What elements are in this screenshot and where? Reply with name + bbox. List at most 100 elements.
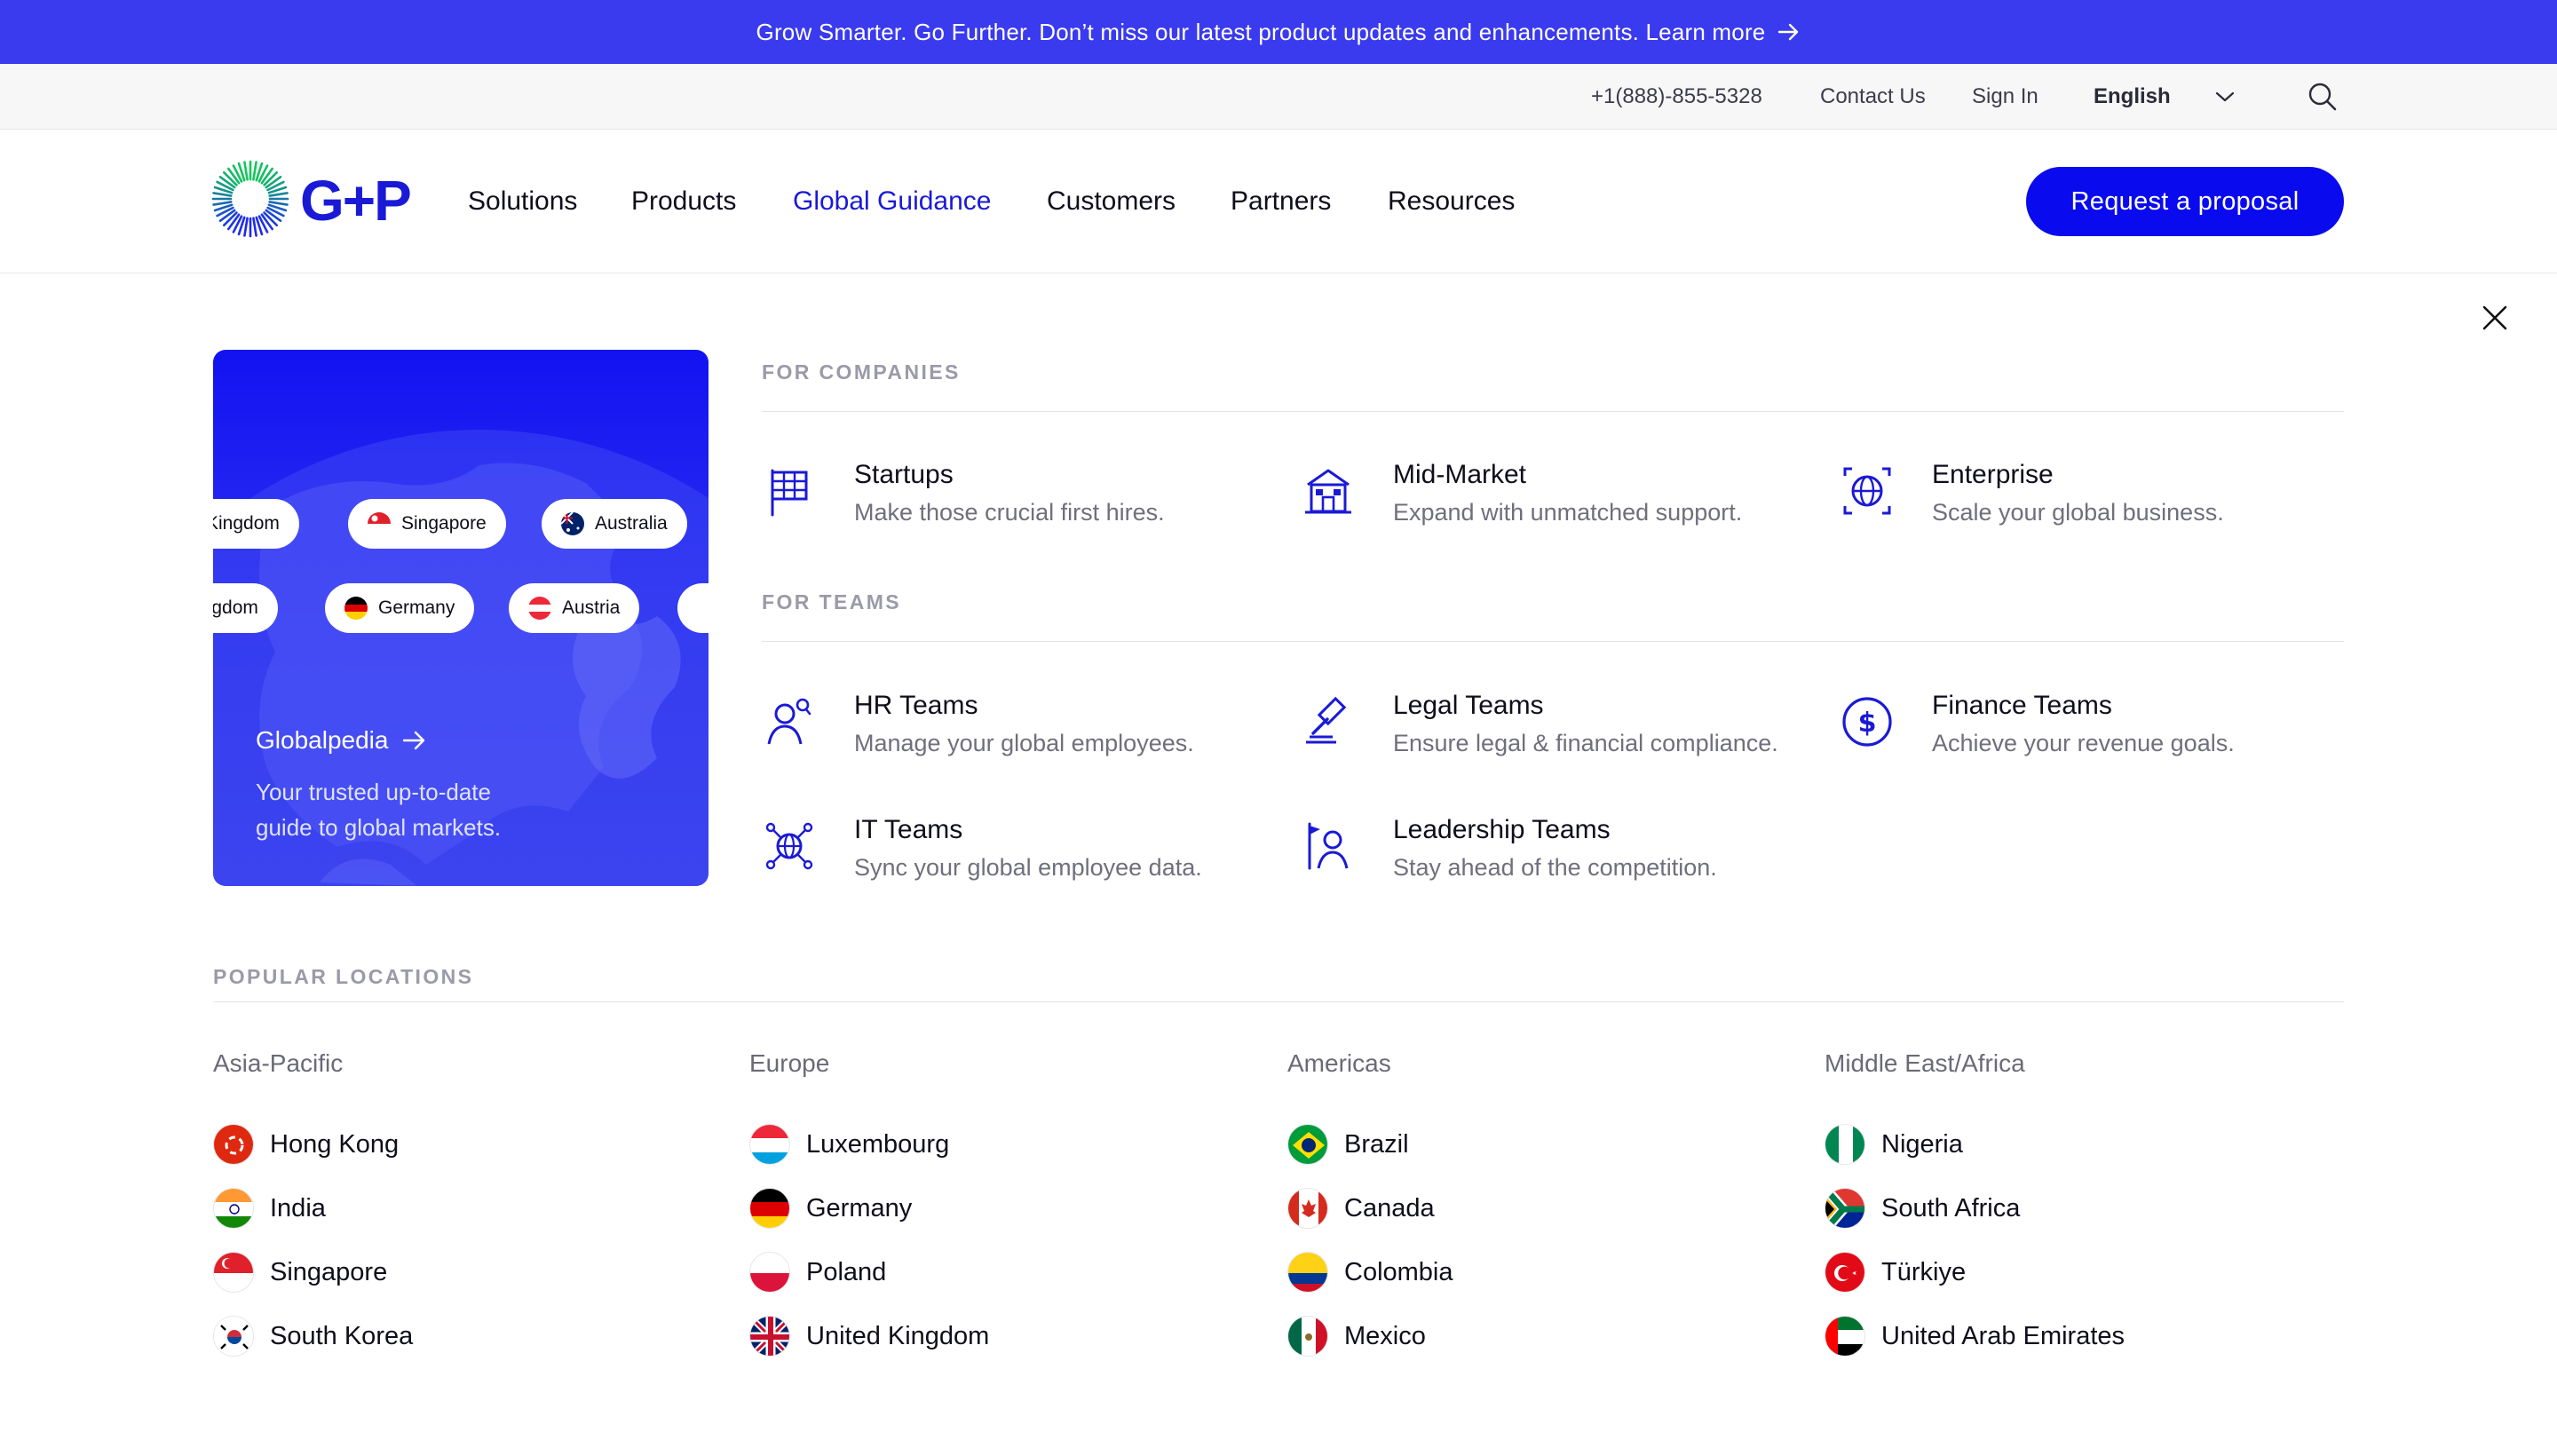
- chevron-down-icon[interactable]: [2214, 64, 2236, 130]
- germany-flag-icon: [344, 597, 368, 620]
- sign-in-link[interactable]: Sign In: [1972, 64, 2038, 130]
- location-hong-kong[interactable]: Hong Kong: [213, 1123, 399, 1166]
- location-united-arab-emirates[interactable]: United Arab Emirates: [1825, 1315, 2125, 1357]
- menu-legal-teams[interactable]: Legal Teams Ensure legal & financial com…: [1301, 691, 1798, 779]
- logo[interactable]: G+P: [211, 160, 412, 242]
- menu-mid-market[interactable]: Mid-Market Expand with unmatched support…: [1301, 460, 1798, 549]
- menu-desc: Scale your global business.: [1932, 499, 2224, 526]
- australia-flag-icon: [561, 512, 584, 535]
- location-south-korea[interactable]: South Korea: [213, 1315, 413, 1357]
- popular-locations-label: POPULAR LOCATIONS: [213, 965, 474, 988]
- region-middle-east-africa: Middle East/Africa: [1825, 1049, 2025, 1077]
- menu-leadership-teams[interactable]: Leadership Teams Stay ahead of the compe…: [1301, 815, 1798, 904]
- menu-desc: Make those crucial first hires.: [854, 499, 1165, 526]
- chip-austria: Austria: [509, 583, 640, 633]
- canada-flag-icon: [1287, 1188, 1328, 1229]
- united-kingdom-flag-icon: [749, 1316, 790, 1357]
- request-proposal-button[interactable]: Request a proposal: [2026, 167, 2344, 236]
- location-label: Poland: [806, 1257, 887, 1286]
- nav-products[interactable]: Products: [631, 130, 736, 273]
- phone-link[interactable]: +1(888)-855-5328: [1591, 64, 1762, 130]
- nigeria-flag-icon: [1825, 1124, 1865, 1165]
- globalpedia-title-text: Globalpedia: [256, 726, 389, 754]
- nav-customers[interactable]: Customers: [1047, 130, 1176, 273]
- location-brazil[interactable]: Brazil: [1287, 1123, 1409, 1166]
- menu-desc: Sync your global employee data.: [854, 854, 1202, 881]
- chip-label: ingdom: [213, 597, 258, 618]
- utility-bar: +1(888)-855-5328 Contact Us Sign In Engl…: [0, 64, 2557, 130]
- location-label: Canada: [1344, 1193, 1435, 1223]
- location-canada[interactable]: Canada: [1287, 1187, 1435, 1230]
- nav-resources[interactable]: Resources: [1388, 130, 1515, 273]
- location-label: South Korea: [270, 1321, 414, 1350]
- luxembourg-flag-icon: [749, 1124, 790, 1165]
- mexico-flag-icon: [1287, 1316, 1328, 1357]
- main-nav: G+P Solutions Products Global Guidance C…: [0, 130, 2557, 273]
- leader-flag-icon: [1301, 819, 1356, 874]
- location-nigeria[interactable]: Nigeria: [1825, 1123, 1963, 1166]
- menu-startups[interactable]: Startups Make those crucial first hires.: [762, 460, 1259, 549]
- building-icon: [1301, 463, 1356, 518]
- announcement-text[interactable]: Grow Smarter. Go Further. Don’t miss our…: [756, 19, 1766, 46]
- location-colombia[interactable]: Colombia: [1287, 1251, 1453, 1294]
- uae-flag-icon: [1825, 1316, 1865, 1357]
- location-poland[interactable]: Poland: [749, 1251, 886, 1294]
- location-luxembourg[interactable]: Luxembourg: [749, 1123, 949, 1166]
- contact-us-link[interactable]: Contact Us: [1820, 64, 1926, 130]
- gavel-icon: [1301, 694, 1356, 749]
- globalpedia-card[interactable]: Kingdom Singapore Australia ingdom Germa…: [213, 350, 709, 886]
- nav-partners[interactable]: Partners: [1231, 130, 1331, 273]
- chip-united-kingdom: Kingdom: [213, 499, 299, 549]
- brazil-flag-icon: [1287, 1124, 1328, 1165]
- menu-it-teams[interactable]: IT Teams Sync your global employee data.: [762, 815, 1259, 904]
- chip-label: Singapore: [401, 513, 487, 534]
- south-korea-flag-icon: [213, 1316, 254, 1357]
- location-turkiye[interactable]: Türkiye: [1825, 1251, 1966, 1294]
- menu-desc: Manage your global employees.: [854, 730, 1194, 756]
- menu-title: Mid-Market: [1393, 460, 1527, 489]
- location-mexico[interactable]: Mexico: [1287, 1315, 1426, 1357]
- menu-title: Finance Teams: [1932, 691, 2112, 720]
- logo-burst-icon: [211, 160, 289, 242]
- menu-finance-teams[interactable]: $ Finance Teams Achieve your revenue goa…: [1840, 691, 2337, 779]
- menu-desc: Expand with unmatched support.: [1393, 499, 1743, 526]
- menu-title: Startups: [854, 460, 954, 489]
- search-icon[interactable]: [2307, 64, 2339, 130]
- globalpedia-description: Your trusted up-to-date guide to global …: [256, 779, 502, 841]
- location-germany[interactable]: Germany: [749, 1187, 912, 1230]
- colombia-flag-icon: [1287, 1252, 1328, 1293]
- menu-hr-teams[interactable]: HR Teams Manage your global employees.: [762, 691, 1259, 779]
- chip-label: Australia: [595, 513, 668, 534]
- location-label: Hong Kong: [270, 1129, 400, 1159]
- globalpedia-title[interactable]: Globalpedia: [256, 726, 427, 755]
- chip-australia: Australia: [542, 499, 687, 549]
- language-select[interactable]: English: [2094, 64, 2171, 130]
- nav-solutions[interactable]: Solutions: [468, 130, 577, 273]
- location-label: Türkiye: [1881, 1257, 1967, 1286]
- announcement-bar[interactable]: Grow Smarter. Go Further. Don’t miss our…: [0, 0, 2557, 64]
- hong-kong-flag-icon: [213, 1124, 254, 1165]
- germany-flag-icon: [749, 1188, 790, 1229]
- location-label: Mexico: [1344, 1321, 1426, 1350]
- location-south-africa[interactable]: South Africa: [1825, 1187, 2020, 1230]
- singapore-flag-icon: [213, 1252, 254, 1293]
- globe-target-icon: [1840, 463, 1895, 518]
- menu-desc: Ensure legal & financial compliance.: [1393, 730, 1778, 756]
- location-singapore[interactable]: Singapore: [213, 1251, 387, 1294]
- menu-title: Legal Teams: [1393, 691, 1544, 720]
- person-search-icon: [762, 694, 817, 749]
- location-label: Germany: [806, 1193, 913, 1223]
- chip-singapore: Singapore: [348, 499, 506, 549]
- region-europe: Europe: [749, 1049, 830, 1077]
- menu-title: IT Teams: [854, 815, 963, 844]
- close-icon[interactable]: [2477, 300, 2513, 336]
- arrow-right-icon: [1777, 22, 1801, 42]
- location-india[interactable]: India: [213, 1187, 326, 1230]
- dollar-circle-icon: $: [1840, 694, 1895, 749]
- divider: [762, 411, 2344, 412]
- nav-global-guidance[interactable]: Global Guidance: [793, 130, 991, 273]
- menu-enterprise[interactable]: Enterprise Scale your global business.: [1840, 460, 2337, 549]
- location-label: Singapore: [270, 1257, 388, 1286]
- menu-desc: Achieve your revenue goals.: [1932, 730, 2235, 756]
- location-united-kingdom[interactable]: United Kingdom: [749, 1315, 989, 1357]
